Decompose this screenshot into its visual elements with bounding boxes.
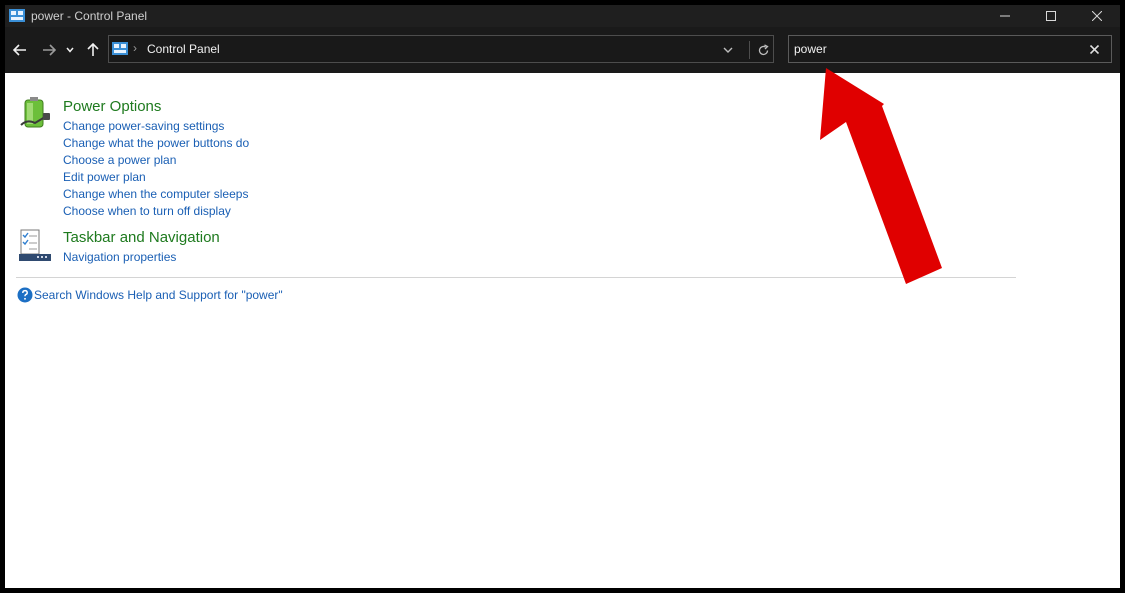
link-turn-off-display[interactable]: Choose when to turn off display	[63, 204, 231, 218]
arrow-left-icon	[13, 44, 26, 56]
window-title: power - Control Panel	[31, 9, 148, 23]
link-navigation-properties[interactable]: Navigation properties	[63, 250, 176, 264]
maximize-button[interactable]	[1028, 5, 1074, 27]
link-choose-power-plan[interactable]: Choose a power plan	[63, 153, 176, 167]
up-button[interactable]	[83, 40, 103, 60]
search-input[interactable]	[794, 41, 1074, 57]
address-bar[interactable]: › Control Panel	[108, 35, 774, 63]
maximize-icon	[1046, 11, 1056, 21]
divider	[16, 277, 1016, 278]
navigation-bar: › Control Panel	[5, 27, 1120, 73]
minimize-button[interactable]	[982, 5, 1028, 27]
forward-button[interactable]	[39, 40, 59, 60]
title-bar: power - Control Panel	[5, 5, 1120, 27]
question-mark-icon	[17, 287, 33, 303]
control-panel-icon	[9, 9, 25, 22]
arrow-right-icon	[43, 44, 56, 56]
arrow-up-icon	[87, 43, 99, 56]
address-dropdown-icon[interactable]	[721, 44, 735, 56]
minimize-icon	[1000, 15, 1010, 17]
control-panel-window: power - Control Panel › Control Panel po…	[5, 5, 1120, 588]
link-change-power-buttons[interactable]: Change what the power buttons do	[63, 136, 249, 150]
link-edit-power-plan[interactable]: Edit power plan	[63, 170, 146, 184]
control-panel-icon	[112, 42, 128, 55]
power-options-title[interactable]: Power Options	[63, 98, 161, 115]
search-results: Power Options Change power-saving settin…	[5, 73, 1120, 588]
search-help-link[interactable]: Search Windows Help and Support for "pow…	[34, 288, 283, 302]
close-icon	[1092, 11, 1102, 21]
refresh-icon	[758, 43, 769, 55]
close-icon	[1089, 44, 1099, 54]
breadcrumb-control-panel[interactable]: Control Panel	[147, 42, 220, 56]
chevron-down-icon	[66, 47, 74, 53]
link-computer-sleeps[interactable]: Change when the computer sleeps	[63, 187, 248, 201]
refresh-button[interactable]	[749, 41, 776, 59]
battery-plug-icon	[20, 97, 50, 128]
back-button[interactable]	[10, 40, 30, 60]
clear-search-button[interactable]	[1087, 42, 1101, 56]
recent-locations-button[interactable]	[63, 40, 77, 60]
taskbar-navigation-title[interactable]: Taskbar and Navigation	[63, 229, 220, 246]
link-change-power-saving-settings[interactable]: Change power-saving settings	[63, 119, 224, 133]
breadcrumb-chevron-icon: ›	[133, 41, 137, 55]
taskbar-checklist-icon	[19, 229, 51, 261]
close-button[interactable]	[1074, 5, 1120, 27]
search-box[interactable]	[788, 35, 1112, 63]
